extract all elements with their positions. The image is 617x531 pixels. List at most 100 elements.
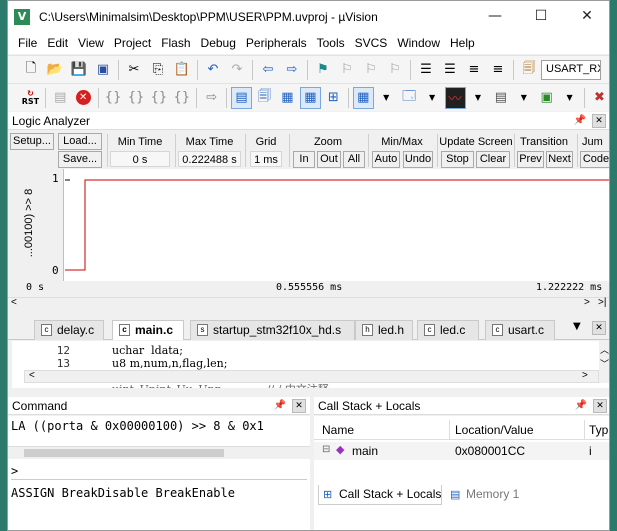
zoom-out-button[interactable]: Out (317, 151, 341, 168)
clear-bookmarks-icon[interactable]: ⚐ (384, 59, 406, 81)
scroll-left-icon[interactable]: < (29, 370, 35, 381)
analysis-dropdown-icon[interactable]: ▼ (468, 87, 489, 109)
new-file-icon[interactable]: 🗋 (20, 59, 42, 81)
watch-dropdown-icon[interactable]: ▼ (376, 87, 397, 109)
menu-peripherals[interactable]: Peripherals (241, 36, 312, 50)
tab-callstack-locals[interactable]: ⊞ Call Stack + Locals (318, 485, 442, 505)
minmax-undo-button[interactable]: Undo (403, 151, 433, 168)
menu-tools[interactable]: Tools (312, 36, 350, 50)
tab-usart-c[interactable]: c usart.c (485, 320, 555, 340)
scroll-right-icon[interactable]: > (584, 297, 590, 308)
tab-led-c[interactable]: c led.c (417, 320, 479, 340)
close-panel-icon[interactable]: ✕ (592, 114, 606, 128)
tab-startup-s[interactable]: s startup_stm32f10x_hd.s (190, 320, 355, 340)
close-panel-icon[interactable]: ✕ (292, 399, 306, 413)
update-clear-button[interactable]: Clear (476, 151, 510, 168)
scroll-down-icon[interactable]: ﹀ (600, 357, 609, 370)
memory-dropdown-icon[interactable]: ▼ (422, 87, 443, 109)
col-location-header[interactable]: Location/Value (455, 423, 534, 437)
redo-icon[interactable]: ↷ (226, 59, 248, 81)
transition-prev-button[interactable]: Prev (517, 151, 544, 168)
minimize-button[interactable]: — (472, 1, 518, 32)
command-scrollbar[interactable] (8, 446, 310, 459)
code-line[interactable]: u8 m,num,n,flag,len; (112, 357, 227, 370)
bookmark-icon[interactable]: ⚑ (312, 59, 334, 81)
undo-icon[interactable]: ↶ (202, 59, 224, 81)
call-stack-window-icon[interactable]: ⊞ (323, 87, 344, 109)
save-button[interactable]: Save... (58, 151, 102, 168)
plot-horizontal-scrollbar[interactable]: < > >| (8, 297, 609, 309)
command-input[interactable]: > (11, 464, 307, 480)
step-over-icon[interactable]: {} (126, 87, 147, 109)
menu-view[interactable]: View (73, 36, 109, 50)
cut-icon[interactable]: ✂ (123, 59, 145, 81)
navigate-back-icon[interactable]: ⇦ (257, 59, 279, 81)
scroll-left-icon[interactable]: < (11, 297, 17, 308)
navigate-forward-icon[interactable]: ⇨ (281, 59, 303, 81)
system-viewer-dropdown-icon[interactable]: ▼ (559, 87, 580, 109)
run-to-cursor-icon[interactable]: {} (171, 87, 192, 109)
target-combo[interactable]: USART_RX_ (541, 59, 601, 80)
transition-next-button[interactable]: Next (546, 151, 573, 168)
jump-code-button[interactable]: Code (580, 151, 609, 168)
tab-main-c[interactable]: c main.c (112, 320, 184, 340)
show-next-statement-icon[interactable]: ⇨ (201, 87, 222, 109)
next-bookmark-icon[interactable]: ⚐ (360, 59, 382, 81)
pin-icon[interactable]: 📌 (573, 114, 587, 128)
menu-flash[interactable]: Flash (156, 36, 195, 50)
tab-memory-1[interactable]: ▤ Memory 1 (446, 485, 526, 505)
step-out-icon[interactable]: {} (148, 87, 169, 109)
scroll-thumb[interactable] (24, 449, 224, 457)
pin-icon[interactable]: 📌 (574, 399, 588, 413)
update-stop-button[interactable]: Stop (441, 151, 474, 168)
system-viewer-icon[interactable]: ▣ (536, 87, 557, 109)
menu-svcs[interactable]: SVCS (350, 36, 393, 50)
load-button[interactable]: Load... (58, 133, 102, 150)
reset-cpu-icon[interactable]: ↻ RST (20, 87, 41, 109)
menu-project[interactable]: Project (109, 36, 156, 50)
paste-icon[interactable]: 📋 (171, 59, 193, 81)
analysis-window-icon[interactable]: 〰 (444, 86, 466, 109)
symbols-window-icon[interactable]: ▦ (277, 87, 298, 109)
logic-analyzer-plot[interactable]: ...00100) >> 8 1 0 (12, 169, 609, 281)
tab-list-dropdown-icon[interactable]: ▼ (573, 321, 581, 332)
registers-window-icon[interactable]: ▦ (299, 86, 321, 109)
setup-button[interactable]: Setup... (10, 133, 54, 150)
signal-name-label[interactable]: ...00100) >> 8 (23, 178, 35, 268)
save-icon[interactable]: 💾 (68, 59, 90, 81)
zoom-all-button[interactable]: All (343, 151, 365, 168)
tab-delay-c[interactable]: c delay.c (34, 320, 104, 340)
save-all-icon[interactable]: ▣ (92, 59, 114, 81)
stop-debug-icon[interactable]: ✕ (73, 87, 94, 109)
watch-window-icon[interactable]: ▦ (352, 86, 374, 109)
step-into-icon[interactable]: {} (103, 87, 124, 109)
tab-led-h[interactable]: h led.h (355, 320, 413, 340)
close-panel-icon[interactable]: ✕ (593, 399, 607, 413)
pin-icon[interactable]: 📌 (273, 399, 287, 413)
open-file-icon[interactable]: 📂 (44, 59, 66, 81)
run-icon[interactable]: ▤ (50, 87, 71, 109)
find-in-files-icon[interactable]: 🗐 (518, 59, 540, 81)
editor-vertical-scrollbar[interactable]: ︿ ﹀ (599, 341, 609, 383)
close-tab-icon[interactable]: ✕ (592, 321, 606, 335)
trace-dropdown-icon[interactable]: ▼ (513, 87, 534, 109)
menu-help[interactable]: Help (445, 36, 480, 50)
minmax-auto-button[interactable]: Auto (372, 151, 400, 168)
uncomment-icon[interactable]: ≡ (487, 59, 509, 81)
code-line[interactable]: uchar ldata; (112, 344, 183, 357)
indent-icon[interactable]: ☰ (415, 59, 437, 81)
menu-edit[interactable]: Edit (42, 36, 73, 50)
copy-icon[interactable]: ⎘ (147, 59, 169, 81)
menu-debug[interactable]: Debug (196, 36, 241, 50)
menu-file[interactable]: File (13, 36, 42, 50)
scroll-end-icon[interactable]: >| (598, 297, 606, 308)
memory-window-icon[interactable]: 🗔 (399, 87, 420, 109)
scroll-right-icon[interactable]: > (582, 370, 588, 381)
expand-icon[interactable]: ⊟ (322, 444, 330, 455)
unindent-icon[interactable]: ☰ (439, 59, 461, 81)
col-type-header[interactable]: Typ (589, 423, 608, 437)
editor-horizontal-scrollbar[interactable]: < > (24, 370, 599, 383)
close-button[interactable]: ✕ (564, 1, 609, 32)
table-row[interactable]: ⊟ ◆ main 0x080001CC i (314, 442, 609, 460)
trace-window-icon[interactable]: ▤ (490, 87, 511, 109)
